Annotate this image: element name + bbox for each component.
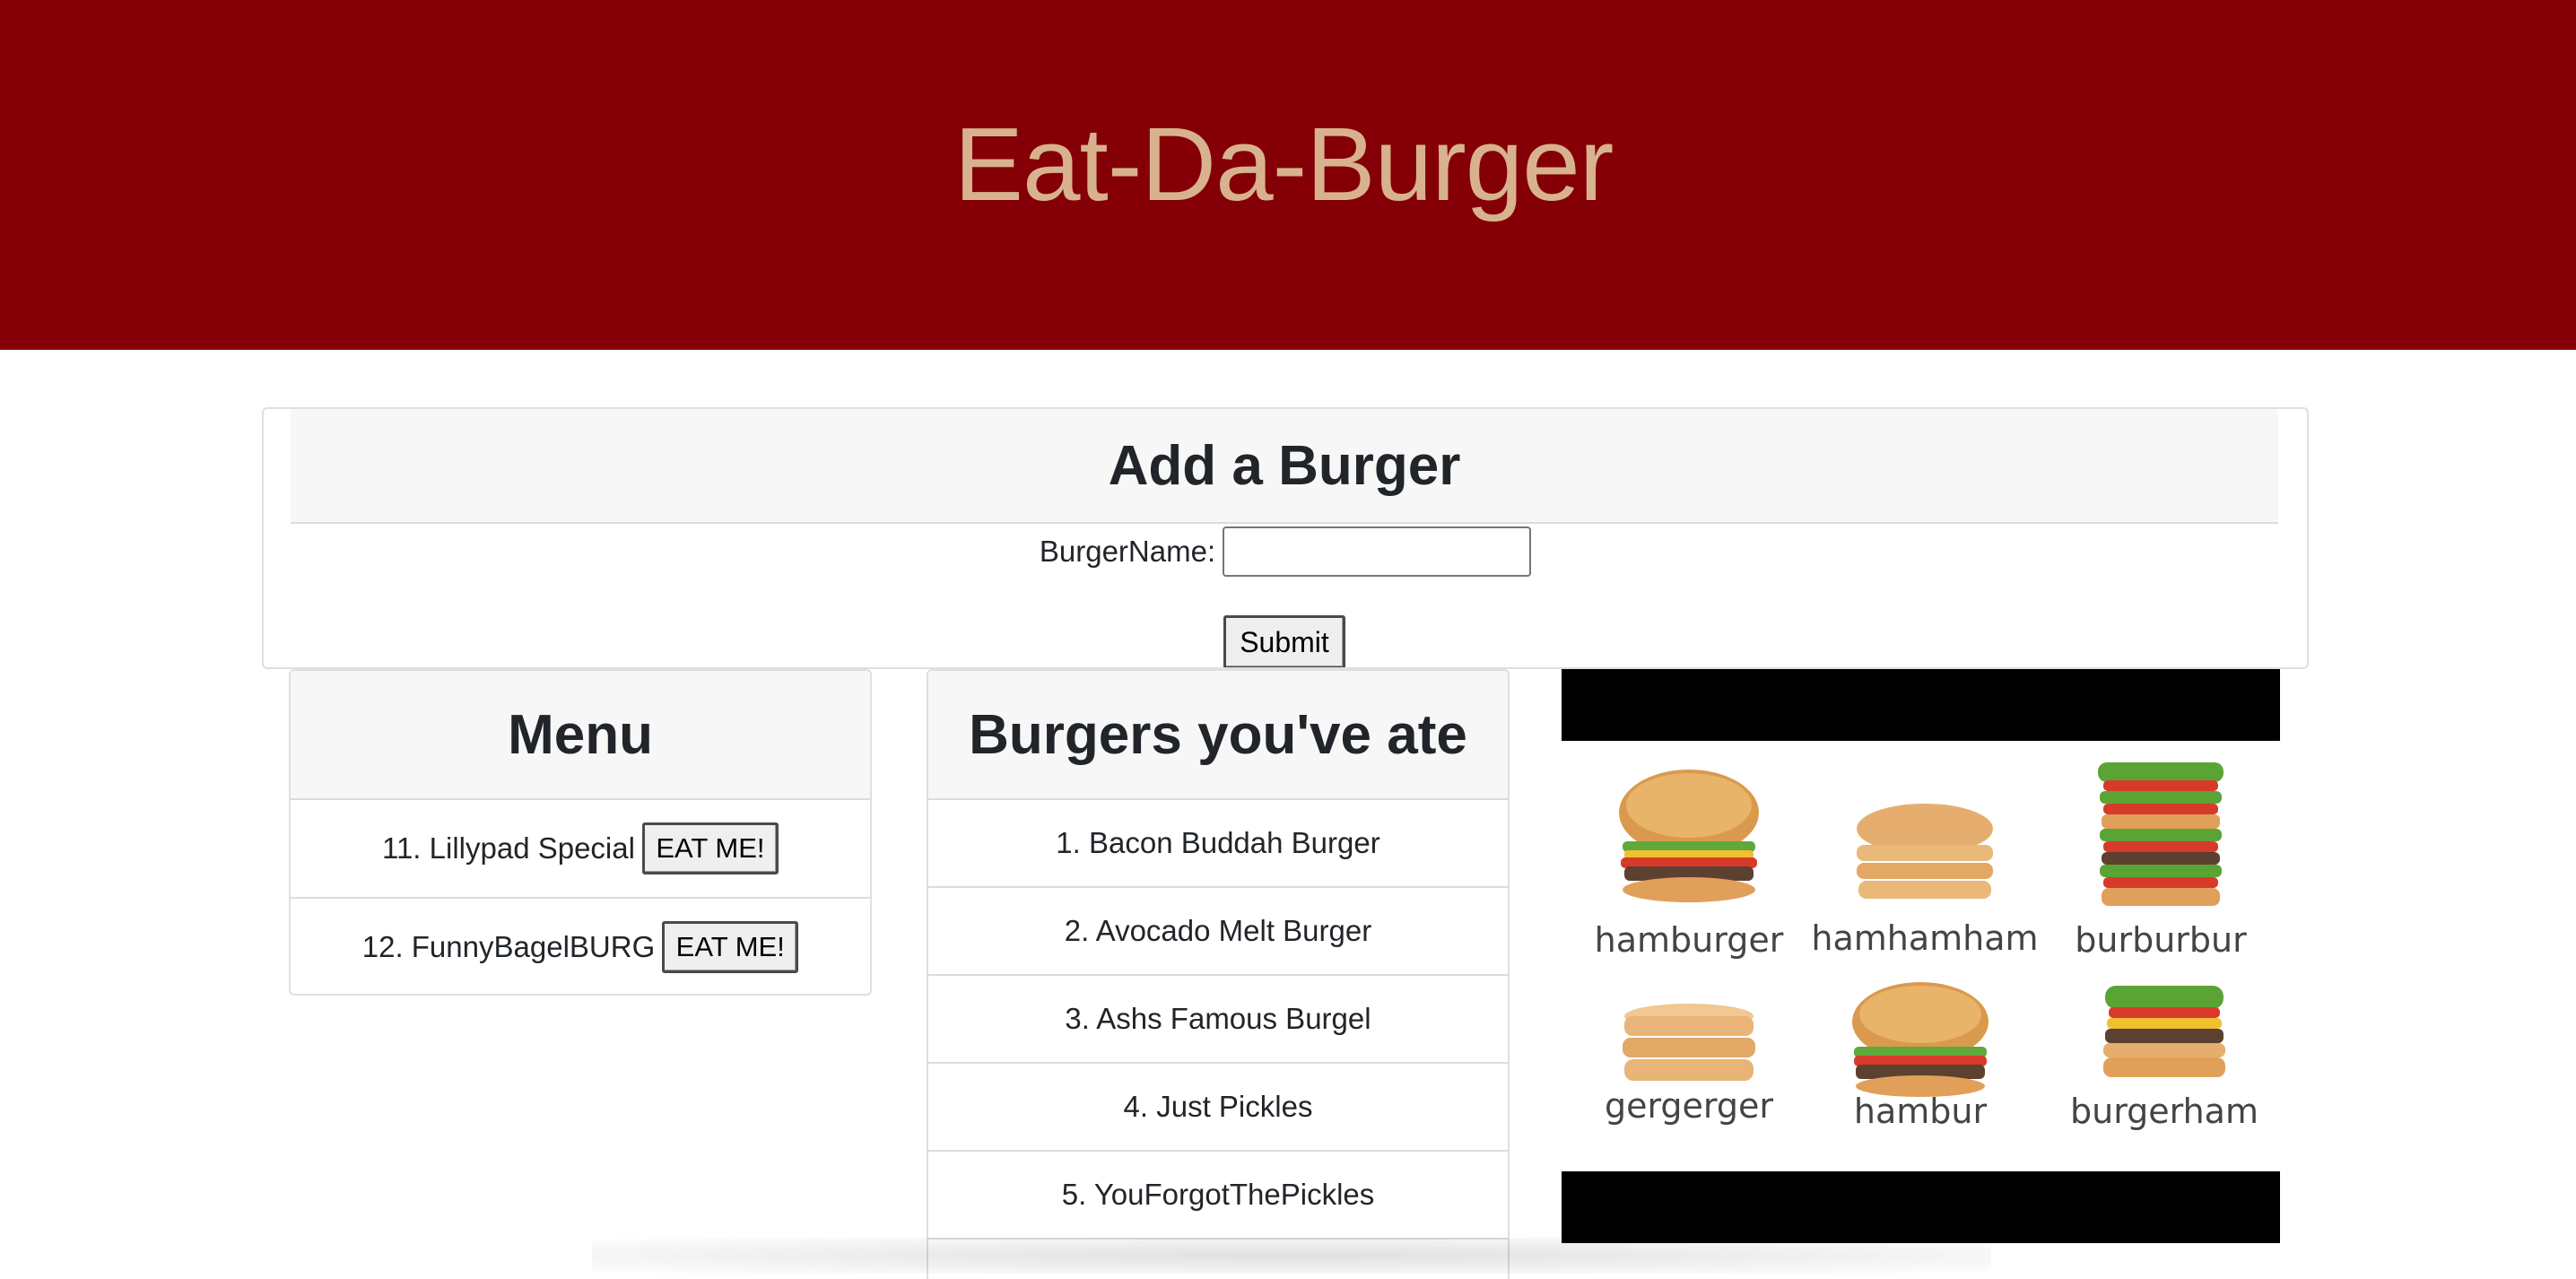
menu-header: Menu	[291, 671, 870, 800]
page-title: Eat-Da-Burger	[953, 106, 1614, 222]
stacked-bun-icon	[1857, 804, 1993, 899]
burger-tile: hambur	[1804, 979, 2037, 1194]
eaten-item: 5. YouForgotThePickles	[928, 1152, 1508, 1240]
eaten-burgers-card: Burgers you've ate 1. Bacon Buddah Burge…	[927, 669, 1510, 1279]
burger-name-row: BurgerName:	[264, 524, 2307, 579]
eaten-item: 2. Avocado Melt Burger	[928, 888, 1508, 976]
eaten-item: 4. Just Pickles	[928, 1064, 1508, 1152]
burger-name-input[interactable]	[1223, 526, 1532, 577]
menu-item-label: 11. Lillypad Special	[382, 831, 635, 865]
page-bottom-shadow	[592, 1238, 1991, 1274]
burger-caption: hamburger	[1594, 920, 1784, 960]
burger-tile: burburbur	[2044, 759, 2277, 974]
eaten-item: 1. Bacon Buddah Burger	[928, 800, 1508, 888]
menu-item: 12. FunnyBagelBURG EAT ME!	[291, 899, 870, 994]
menu-heading: Menu	[508, 703, 653, 766]
hero-banner: Eat-Da-Burger	[0, 0, 2576, 350]
add-burger-heading: Add a Burger	[1108, 434, 1461, 497]
burger-variety-image: hamburger hamhamham burburbur gergerger …	[1562, 669, 2280, 1243]
submit-button[interactable]: Submit	[1223, 615, 1345, 667]
add-burger-header: Add a Burger	[291, 409, 2278, 524]
burger-name-label: BurgerName:	[1039, 535, 1216, 568]
menu-item: 11. Lillypad Special EAT ME!	[291, 800, 870, 899]
eaten-heading: Burgers you've ate	[969, 703, 1467, 766]
burger-grid: hamburger hamhamham burburbur gergerger …	[1562, 741, 2280, 1171]
burger-caption: gergerger	[1604, 1086, 1774, 1126]
eaten-header: Burgers you've ate	[928, 671, 1508, 800]
menu-item-label: 12. FunnyBagelBURG	[361, 930, 656, 963]
tall-burger-icon	[2098, 762, 2224, 906]
burger-tile: gergerger	[1572, 979, 1806, 1194]
burger-tile: burgerham	[2048, 979, 2281, 1194]
burger-caption: burgerham	[2069, 1092, 2258, 1131]
add-burger-card: Add a Burger BurgerName: Submit	[262, 407, 2309, 669]
burger-caption: burburbur	[2075, 920, 2247, 960]
eat-me-button[interactable]: EAT ME!	[641, 822, 779, 874]
burger-caption: hamhamham	[1811, 918, 2039, 958]
menu-card: Menu 11. Lillypad Special EAT ME! 12. Fu…	[289, 669, 872, 996]
burger-tile: hamhamham	[1808, 759, 2041, 974]
burger-tile: hamburger	[1572, 759, 1806, 974]
eaten-item: 3. Ashs Famous Burgel	[928, 976, 1508, 1064]
hamburger-icon	[1619, 770, 1759, 902]
burger-caption: hambur	[1853, 1092, 1988, 1131]
eat-me-button[interactable]: EAT ME!	[662, 921, 799, 973]
